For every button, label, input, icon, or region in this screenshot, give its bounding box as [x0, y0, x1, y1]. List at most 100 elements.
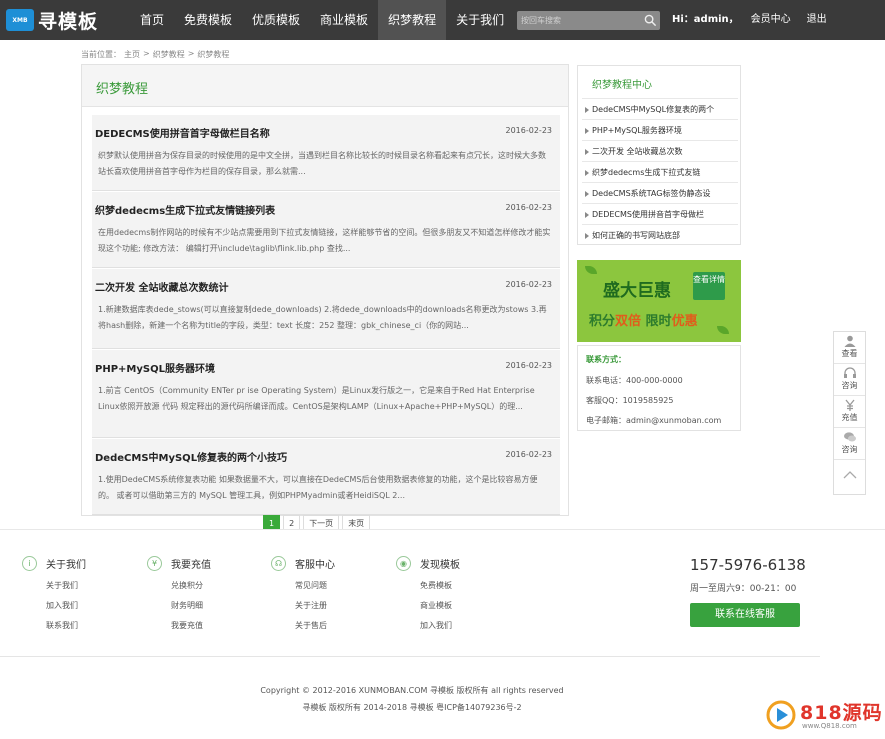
article-title[interactable]: DedeCMS中MySQL修复表的两个小技巧: [95, 449, 287, 464]
article-title[interactable]: 二次开发 全站收藏总次数统计: [95, 279, 228, 294]
float-consult-button[interactable]: 咨询: [834, 364, 865, 396]
search-input[interactable]: [517, 11, 641, 30]
footer-link[interactable]: 免费模板: [420, 580, 460, 591]
greeting-prefix: Hi：: [672, 14, 694, 25]
back-to-top-button[interactable]: [834, 460, 865, 492]
article-item[interactable]: DEDECMS使用拼音首字母做栏目名称 2016-02-23 织梦默认使用拼音为…: [92, 115, 560, 191]
footer-column-about: i 关于我们 关于我们 加入我们 联系我们: [22, 556, 86, 631]
sidebar-item[interactable]: DEDECMS使用拼音首字母做栏: [582, 203, 738, 224]
float-label: 查看: [841, 349, 858, 358]
service-hours: 周一至周六9：00-21：00: [690, 584, 797, 594]
sidebar-title: 织梦教程中心: [592, 80, 652, 91]
next-page-button[interactable]: 下一页: [303, 515, 340, 530]
breadcrumb-label: 当前位置：: [81, 50, 121, 59]
promo-text: 双倍: [615, 314, 642, 329]
watermark-text: 818源码: [800, 702, 883, 724]
sidebar-item[interactable]: 织梦dedecms生成下拉式友链: [582, 161, 738, 182]
footer-link[interactable]: 兑换积分: [171, 580, 211, 591]
promo-banner[interactable]: 盛大巨惠 查看详情 积分双倍 限时优惠: [577, 260, 741, 342]
promo-headline: 盛大巨惠: [603, 281, 671, 301]
footer-phone: 157-5976-6138: [690, 556, 806, 574]
panel-header: 织梦教程: [82, 65, 568, 107]
promo-text: 积分: [589, 314, 616, 329]
page-2-button[interactable]: 2: [283, 515, 301, 530]
float-label: 咨询: [841, 445, 858, 454]
footer-column-recharge: ¥ 我要充值 兑换积分 财务明细 我要充值: [147, 556, 211, 631]
footer-link[interactable]: 关于售后: [295, 620, 335, 631]
nav-item-quality-templates[interactable]: 优质模板: [242, 0, 310, 40]
page-1-button[interactable]: 1: [263, 515, 281, 530]
logout-link[interactable]: 退出: [807, 0, 827, 40]
leaf-decoration: [585, 266, 597, 274]
footer-column-discover: ◉ 发现模板 免费模板 商业模板 加入我们: [396, 556, 460, 631]
floating-toolbar: 查看 咨询 充值 咨询: [833, 331, 866, 495]
nav-item-dede-tutorials[interactable]: 织梦教程: [378, 0, 447, 40]
breadcrumb-home[interactable]: 主页: [124, 49, 140, 60]
user-area: Hi： admin ， 会员中心 退出: [672, 0, 827, 40]
footer-link[interactable]: 商业模板: [420, 600, 460, 611]
footer-column-title: 客服中心: [295, 560, 335, 571]
nav-item-free-templates[interactable]: 免费模板: [174, 0, 242, 40]
online-service-button[interactable]: 联系在线客服: [690, 603, 800, 627]
search-icon[interactable]: [644, 14, 657, 27]
footer-link[interactable]: 联系我们: [46, 620, 86, 631]
article-title[interactable]: 织梦dedecms生成下拉式友情链接列表: [95, 202, 275, 217]
float-view-button[interactable]: 查看: [834, 332, 865, 364]
promo-text: 优惠: [671, 314, 698, 329]
main-nav: 首页 免费模板 优质模板 商业模板 织梦教程 关于我们: [130, 0, 514, 40]
footer-link[interactable]: 关于我们: [46, 580, 86, 591]
tutorial-center-panel: 织梦教程中心 DedeCMS中MySQL修复表的两个 PHP+MySQL服务器环…: [577, 65, 741, 245]
footer-divider: [0, 529, 885, 530]
article-summary: 在用dedecms制作网站的时候有不少站点需要用到下拉式友情链接，这样能够节省的…: [98, 228, 551, 253]
site-logo[interactable]: XMB 寻模板: [6, 7, 98, 33]
article-item[interactable]: DedeCMS中MySQL修复表的两个小技巧 2016-02-23 1.使用De…: [92, 439, 560, 515]
article-title[interactable]: DEDECMS使用拼音首字母做栏目名称: [95, 125, 270, 140]
chevron-up-icon: [843, 471, 856, 479]
article-item[interactable]: 二次开发 全站收藏总次数统计 2016-02-23 1.新建数据库表dede_s…: [92, 269, 560, 349]
article-title[interactable]: PHP+MySQL服务器环境: [95, 360, 215, 375]
leaf-decoration: [717, 326, 729, 334]
article-item[interactable]: PHP+MySQL服务器环境 2016-02-23 1.前言 CentOS（Co…: [92, 350, 560, 438]
sidebar-item[interactable]: DedeCMS中MySQL修复表的两个: [582, 98, 738, 119]
last-page-button[interactable]: 末页: [342, 515, 371, 530]
article-item[interactable]: 织梦dedecms生成下拉式友情链接列表 2016-02-23 在用dedecm…: [92, 192, 560, 268]
yen-icon: [844, 399, 855, 411]
user-icon: [844, 335, 855, 347]
yen-icon: ¥: [147, 556, 162, 571]
nav-item-commercial-templates[interactable]: 商业模板: [310, 0, 378, 40]
sidebar-item[interactable]: 二次开发 全站收藏总次数: [582, 140, 738, 161]
float-chat-button[interactable]: 咨询: [834, 428, 865, 460]
promo-view-button[interactable]: 查看详情: [693, 272, 725, 300]
contact-email: 电子邮箱：admin@xunmoban.com: [586, 416, 722, 425]
footer-link[interactable]: 关于注册: [295, 600, 335, 611]
article-summary: 1.前言 CentOS（Community ENTer pr ise Opera…: [98, 386, 535, 411]
float-recharge-button[interactable]: 充值: [834, 396, 865, 428]
logo-text: 寻模板: [38, 10, 99, 33]
footer-column-title: 发现模板: [420, 560, 460, 571]
article-date: 2016-02-23: [505, 361, 553, 370]
eye-icon: ◉: [396, 556, 411, 571]
sidebar-list: DedeCMS中MySQL修复表的两个 PHP+MySQL服务器环境 二次开发 …: [582, 98, 738, 245]
article-summary: 1.新建数据库表dede_stows(可以直接复制dede_downloads)…: [98, 305, 547, 330]
sidebar-item[interactable]: DedeCMS系统TAG标签伪静态设: [582, 182, 738, 203]
breadcrumb-category[interactable]: 织梦教程: [153, 49, 185, 60]
nav-item-home[interactable]: 首页: [130, 0, 174, 40]
footer-link[interactable]: 我要充值: [171, 620, 211, 631]
headset-icon: [843, 367, 856, 378]
float-label: 充值: [841, 413, 858, 422]
logo-badge: XMB: [6, 9, 34, 31]
footer-link[interactable]: 加入我们: [46, 600, 86, 611]
sidebar-item[interactable]: 如何正确的书写网站底部: [582, 224, 738, 245]
breadcrumb: 当前位置： 主页 > 织梦教程 > 织梦教程: [81, 49, 229, 60]
footer-divider: [0, 656, 820, 657]
contact-phone: 联系电话：400-000-0000: [586, 376, 683, 385]
pagination: 1 2 下一页 末页: [263, 515, 371, 530]
footer-link[interactable]: 财务明细: [171, 600, 211, 611]
top-navbar: XMB 寻模板 首页 免费模板 优质模板 商业模板 织梦教程 关于我们 Hi： …: [0, 0, 885, 40]
footer-link[interactable]: 常见问题: [295, 580, 335, 591]
nav-item-about[interactable]: 关于我们: [446, 0, 514, 40]
footer-link[interactable]: 加入我们: [420, 620, 460, 631]
breadcrumb-current[interactable]: 织梦教程: [197, 49, 229, 60]
member-center-link[interactable]: 会员中心: [751, 0, 791, 40]
sidebar-item[interactable]: PHP+MySQL服务器环境: [582, 119, 738, 140]
